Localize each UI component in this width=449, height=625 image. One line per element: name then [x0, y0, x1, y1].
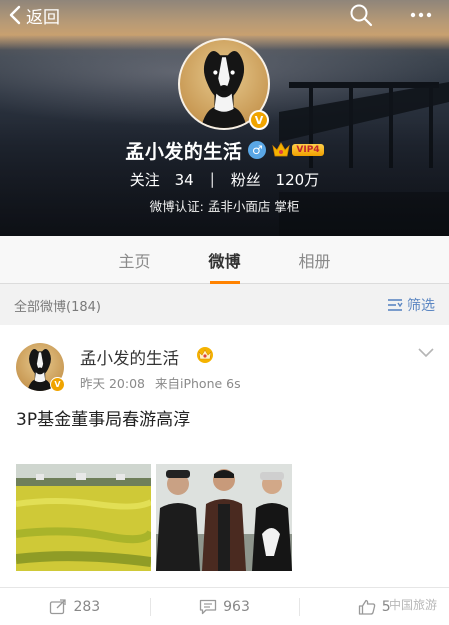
- verification-info: 微博认证: 孟非小面店 掌柜: [149, 199, 300, 214]
- back-chevron-icon: [9, 5, 21, 25]
- comment-icon: [199, 599, 217, 614]
- tab-home[interactable]: 主页: [90, 236, 180, 284]
- like-icon: [358, 599, 375, 615]
- post-meta: 昨天 20:08 来自iPhone 6s: [80, 373, 247, 392]
- verified-badge-small: V: [50, 377, 65, 392]
- verified-badge-large: V: [249, 110, 269, 130]
- post-time: 昨天 20:08: [80, 376, 145, 391]
- following-count: 34: [174, 170, 194, 189]
- comment-button[interactable]: 963: [149, 588, 300, 625]
- profile-stats: 关注 34 | 粉丝 120万: [0, 168, 449, 190]
- more-icon: [410, 12, 432, 18]
- following-label: 关注: [129, 170, 160, 189]
- post-source: 来自iPhone 6s: [154, 376, 241, 391]
- tab-album[interactable]: 相册: [270, 236, 360, 284]
- followers-count: 120万: [275, 170, 320, 189]
- search-icon: [350, 4, 373, 27]
- repost-icon: [50, 598, 67, 614]
- repost-button[interactable]: 283: [0, 588, 150, 625]
- vip-badge[interactable]: VIP4: [292, 144, 324, 156]
- following-link[interactable]: 关注 34: [130, 169, 194, 190]
- more-button[interactable]: [408, 2, 434, 28]
- profile-name: 孟小发的生活: [125, 140, 243, 163]
- watermark: 中国旅游: [389, 596, 437, 613]
- search-button[interactable]: [348, 2, 374, 28]
- rapeseed-field-image: [16, 464, 151, 571]
- filter-label: 筛选: [407, 298, 435, 314]
- stats-separator: |: [209, 170, 215, 188]
- profile-tabs: 主页 微博 相册: [0, 236, 449, 284]
- crown-icon: [197, 347, 213, 363]
- crown-icon: [272, 142, 291, 157]
- watermark-text: 中国旅游: [388, 598, 437, 612]
- post-count: 全部微博(184): [14, 299, 101, 315]
- group-photo-image: [156, 464, 292, 571]
- profile-name-row: 孟小发的生活 ♂ VIP4: [0, 136, 449, 164]
- followers-link[interactable]: 粉丝 120万: [231, 169, 319, 190]
- back-label: 返回: [26, 7, 60, 28]
- male-gender-icon: ♂: [248, 141, 267, 159]
- filter-button[interactable]: 筛选: [387, 295, 435, 315]
- filter-icon: [388, 299, 403, 311]
- post-card: V 孟小发的生活 昨天 20:08 来自iPhone 6s 3P基金董事局春游高…: [0, 325, 449, 625]
- back-button[interactable]: 返回: [8, 2, 60, 28]
- repost-count: 283: [73, 598, 101, 615]
- post-photo-group[interactable]: [156, 464, 292, 571]
- followers-label: 粉丝: [230, 170, 261, 189]
- chevron-down-icon[interactable]: [417, 347, 435, 359]
- comment-count: 963: [223, 598, 250, 615]
- post-author-name[interactable]: 孟小发的生活: [80, 345, 179, 369]
- filter-bar: 全部微博(184) 筛选: [0, 285, 449, 325]
- post-action-bar: 283 963 5: [0, 587, 449, 625]
- post-photo-field[interactable]: [16, 464, 151, 571]
- post-text: 3P基金董事局春游高淳: [16, 410, 191, 430]
- tab-weibo[interactable]: 微博: [180, 236, 270, 284]
